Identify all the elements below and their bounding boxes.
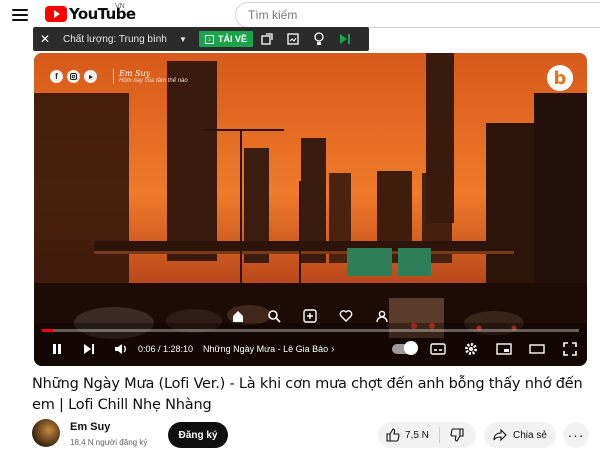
instagram-icon[interactable] [67,70,80,83]
channel-name[interactable]: Em Suy [70,421,110,433]
subscribe-button[interactable]: Đăng ký [168,422,228,448]
profile-icon[interactable] [374,308,390,324]
settings-gear-icon[interactable] [460,338,482,360]
share-icon [493,429,507,441]
progress-bar[interactable] [42,329,579,332]
like-button[interactable]: 7,5 N [378,422,429,448]
logo-text: YouTube [69,5,136,23]
volume-icon[interactable] [110,338,132,360]
download-button[interactable]: ↓ TẢI VỀ [199,31,254,47]
subscriber-count: 18,4 N người đăng ký [70,438,148,447]
overlay-subtitle: Hôm nay của tâm thế nào [119,78,188,84]
overlay-channel-name: Em Suy [119,69,151,78]
thumbs-up-icon [386,428,400,442]
miniplayer-icon[interactable] [493,338,515,360]
skip-icon[interactable] [333,27,357,51]
time-display: 0:06 / 1:28:10 [138,344,194,354]
autoplay-toggle[interactable] [392,341,418,355]
thumbs-down-icon [450,428,464,442]
brand-logo: b [545,65,575,101]
menu-icon[interactable] [12,9,28,21]
like-count: 7,5 N [405,429,429,441]
search-box[interactable] [235,2,600,28]
overlay-channel-tag: Em Suy Hôm nay của tâm thế nào [113,69,188,84]
player-controls-right [392,338,581,360]
chapter-title[interactable]: Những Ngày Mưa - Lê Gia Bảo [203,344,328,354]
pause-icon[interactable] [46,338,68,360]
download-icon: ↓ [205,34,214,44]
progress-fill [42,329,53,332]
player-controls: 0:06 / 1:28:10 Những Ngày Mưa - Lê Gia B… [34,335,587,363]
chevron-right-icon[interactable]: › [331,344,334,355]
open-window-icon[interactable] [255,27,279,51]
share-label: Chia sẻ [513,429,547,441]
quality-select[interactable]: Chất lượng: Trung bình [63,34,173,45]
download-label: TẢI VỀ [218,34,248,44]
theater-mode-icon[interactable] [526,338,548,360]
search-input[interactable] [248,8,548,22]
video-title: Những Ngày Mưa (Lofi Ver.) - Là khi cơn … [32,376,583,413]
chevron-down-icon[interactable]: ▼ [179,35,197,44]
heart-icon[interactable] [338,308,354,324]
share-button[interactable]: Chia sẻ [484,422,556,448]
overlay-actions [230,308,390,324]
download-toolbar: ✕ Chất lượng: Trung bình ▼ ↓ TẢI VỀ [33,27,369,51]
channel-overlay: f Em Suy Hôm nay của tâm thế nào [50,69,188,84]
region-code: VN [115,3,125,10]
fullscreen-icon[interactable] [559,338,581,360]
subtitles-icon[interactable] [427,338,449,360]
dislike-button[interactable] [440,428,464,442]
facebook-icon[interactable]: f [50,70,63,83]
close-icon[interactable]: ✕ [33,27,57,51]
more-options-icon[interactable]: ··· [563,422,589,448]
search-icon[interactable] [266,308,282,324]
next-icon[interactable] [78,338,100,360]
home-icon[interactable] [230,308,246,324]
add-icon[interactable] [302,308,318,324]
youtube-play-icon [45,6,67,22]
brand-b-icon: b [547,65,573,91]
avatar[interactable] [32,419,60,447]
screenshot-icon[interactable] [281,27,305,51]
lightbulb-icon[interactable] [307,27,331,51]
video-player[interactable]: f Em Suy Hôm nay của tâm thế nào b 0:06 … [34,53,587,366]
youtube-icon[interactable] [84,70,97,83]
like-dislike-group: 7,5 N [378,422,476,448]
